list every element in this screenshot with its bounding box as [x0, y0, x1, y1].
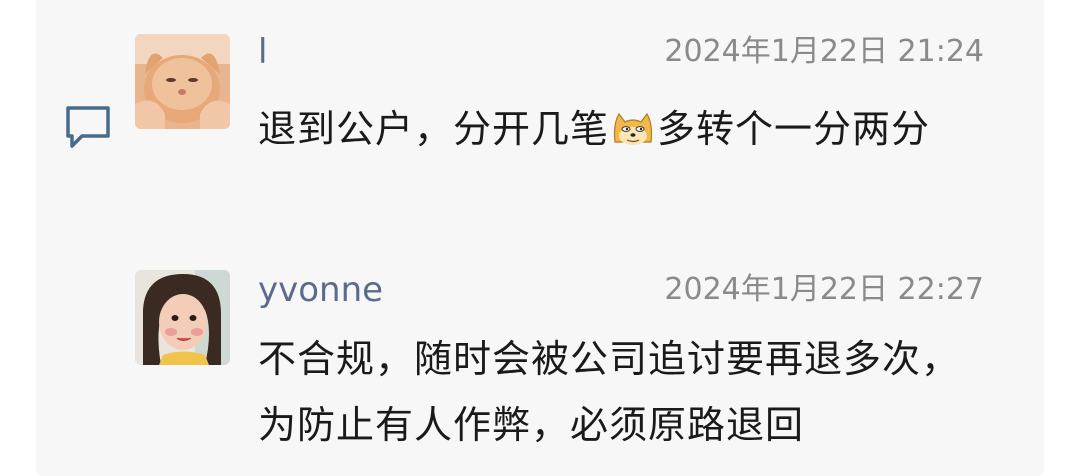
avatar[interactable] — [135, 34, 230, 129]
comment-text-part: 退到公户，分开几笔 — [258, 107, 610, 151]
comment-text-part: 多转个一分两分 — [657, 107, 931, 151]
author-name[interactable]: l — [258, 32, 267, 72]
author-name[interactable]: yvonne — [258, 270, 383, 310]
comment-timestamp: 2024年1月22日 22:27 — [664, 272, 984, 307]
comment-icon[interactable] — [64, 104, 112, 150]
comment-text: 不合规，随时会被公司追讨要再退多次，为防止有人作弊，必须原路退回 — [258, 337, 961, 447]
comment-timestamp: 2024年1月22日 21:24 — [664, 34, 984, 69]
doge-emoji-icon — [611, 102, 655, 145]
comment-text: 退到公户，分开几笔 多转个一分两分 — [258, 96, 988, 162]
avatar[interactable] — [135, 270, 230, 365]
